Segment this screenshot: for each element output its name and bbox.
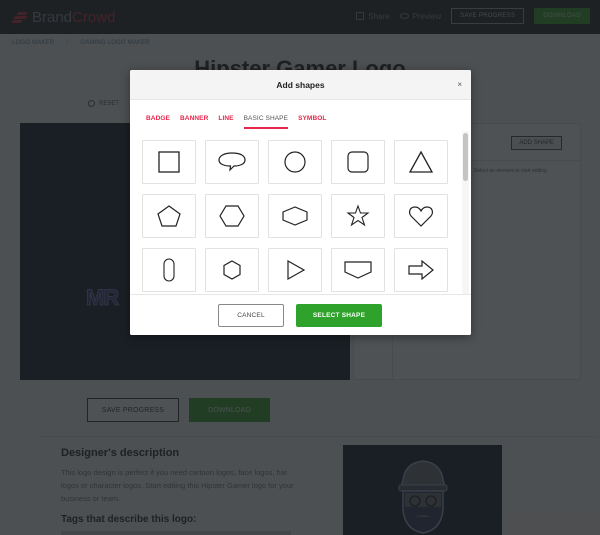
tab-line[interactable]: LINE [218, 115, 233, 129]
tab-basic-shape[interactable]: BASIC SHAPE [243, 115, 289, 129]
modal-footer: CANCEL SELECT SHAPE [130, 294, 471, 335]
shape-option-triangle[interactable] [394, 140, 448, 184]
star-icon [346, 204, 370, 227]
tab-badge[interactable]: BADGE [146, 115, 170, 129]
pentagon-icon [157, 205, 181, 227]
speech-bubble-icon [218, 152, 246, 172]
shape-option-pill[interactable] [142, 248, 196, 292]
tab-banner[interactable]: BANNER [180, 115, 208, 129]
modal-header: Add shapes × [130, 70, 471, 100]
tab-symbol[interactable]: SYMBOL [298, 115, 326, 129]
shape-option-circle[interactable] [268, 140, 322, 184]
play-triangle-icon [287, 259, 306, 281]
heart-icon [409, 206, 433, 227]
cancel-button[interactable]: CANCEL [218, 304, 284, 327]
shape-option-speech-bubble[interactable] [205, 140, 259, 184]
modal-title: Add shapes [276, 80, 325, 90]
shape-option-hexagon[interactable] [205, 194, 259, 238]
shape-option-rounded-square[interactable] [331, 140, 385, 184]
shape-option-home-plate[interactable] [331, 248, 385, 292]
shape-option-pentagon[interactable] [142, 194, 196, 238]
small-hexagon-icon [223, 260, 241, 280]
select-shape-button[interactable]: SELECT SHAPE [296, 304, 382, 327]
wide-hexagon-icon [282, 206, 308, 226]
square-icon [158, 151, 180, 173]
add-shapes-modal: Add shapes × BADGE BANNER LINE BASIC SHA… [130, 70, 471, 335]
pill-icon [163, 258, 175, 282]
close-icon[interactable]: × [457, 70, 462, 100]
hexagon-icon [219, 205, 245, 227]
shape-option-star[interactable] [331, 194, 385, 238]
shape-option-small-hexagon[interactable] [205, 248, 259, 292]
triangle-icon [408, 150, 434, 173]
rounded-square-icon [347, 151, 369, 173]
shape-option-arrow-right[interactable] [394, 248, 448, 292]
circle-icon [284, 151, 306, 173]
shape-option-square[interactable] [142, 140, 196, 184]
shape-option-wide-hexagon[interactable] [268, 194, 322, 238]
shape-option-heart[interactable] [394, 194, 448, 238]
shape-category-tabs: BADGE BANNER LINE BASIC SHAPE SYMBOL [146, 115, 326, 129]
modal-body: BADGE BANNER LINE BASIC SHAPE SYMBOL [130, 101, 471, 294]
shape-option-play-triangle[interactable] [268, 248, 322, 292]
modal-scrollbar-thumb[interactable] [463, 133, 468, 181]
shapes-grid [142, 140, 448, 292]
arrow-right-icon [408, 259, 434, 281]
home-plate-icon [344, 261, 372, 279]
